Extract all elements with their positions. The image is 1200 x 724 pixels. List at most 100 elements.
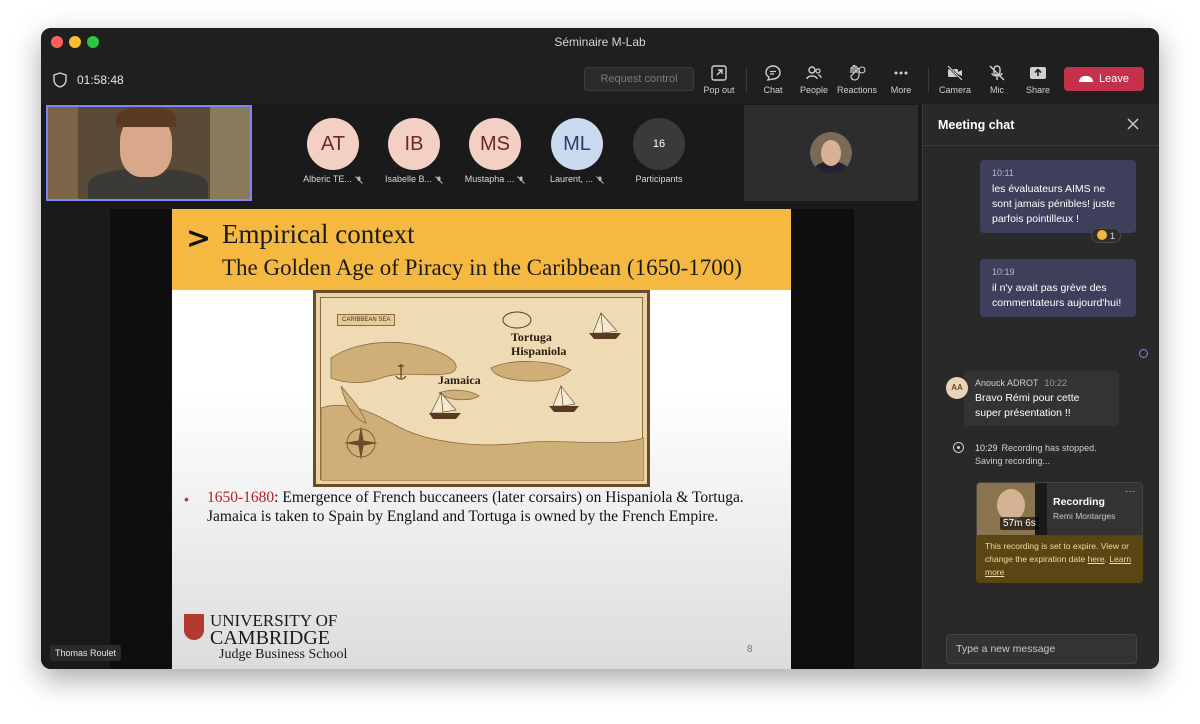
camera-label: Camera	[938, 85, 971, 95]
participants-label: Participants	[635, 174, 683, 184]
mic-off-icon	[517, 175, 526, 184]
map-label-sea: CARIBBEAN SEA	[337, 314, 396, 326]
participant-avatar: IB	[388, 118, 440, 170]
camera-off-icon	[947, 65, 963, 81]
avatar[interactable]: AA	[946, 377, 968, 399]
recording-title: Recording	[1053, 496, 1105, 508]
message-time: 10:11	[992, 168, 1014, 178]
pop-out-label: Pop out	[703, 85, 735, 95]
share-button[interactable]: Share	[1015, 64, 1061, 95]
here-link[interactable]: here	[1088, 554, 1105, 564]
bullet-point-icon: •	[184, 491, 189, 507]
chevron-right-icon: >	[186, 221, 212, 256]
chat-button[interactable]: Chat	[750, 64, 796, 95]
participant-avatar: MS	[469, 118, 521, 170]
share-screen-icon	[1030, 67, 1046, 79]
slide-title: Empirical context	[222, 219, 415, 249]
chat-message-sent[interactable]: 10:19 il n'y avait pas grève des comment…	[980, 259, 1136, 317]
participant-name: Laurent, ...	[549, 174, 594, 184]
participant-name: Alberic TE...	[303, 174, 352, 184]
presenter-name-tag: Thomas Roulet	[50, 645, 122, 661]
participant-tile[interactable]: ML Laurent, ...	[545, 118, 609, 184]
message-time: 10:22	[1044, 378, 1068, 388]
message-input[interactable]: Type a new message	[946, 634, 1137, 664]
reactions-label: Reactions	[836, 85, 878, 95]
message-text: il n'y avait pas grève des commentateurs…	[992, 282, 1122, 309]
chat-message-received[interactable]: Anouck ADROT 10:22 Bravo Rémi pour cette …	[964, 371, 1119, 426]
more-button[interactable]: More	[878, 64, 924, 95]
presenter-hair	[116, 107, 176, 127]
message-text: les évaluateurs AIMS ne sont jamais péni…	[992, 183, 1116, 225]
recording-expiry-warning: This recording is set to expire. View or…	[976, 536, 1143, 583]
camera-button[interactable]: Camera	[932, 64, 978, 95]
close-icon[interactable]	[1126, 117, 1140, 131]
participants-overflow-button[interactable]: 16 Participants	[631, 118, 687, 184]
chat-icon	[765, 65, 781, 81]
chat-message-sent[interactable]: 10:11 les évaluateurs AIMS ne sont jamai…	[980, 160, 1136, 233]
cambridge-logo: UNIVERSITY OF CAMBRIDGE Judge Business S…	[184, 612, 384, 666]
message-author: Anouck ADROT	[975, 378, 1039, 388]
reaction-count: 1	[1110, 231, 1116, 241]
reactions-icon	[850, 64, 866, 81]
message-time: 10:19	[992, 267, 1015, 277]
participant-name: Mustapha ...	[464, 174, 515, 184]
more-icon	[894, 71, 908, 75]
chat-title: Meeting chat	[938, 118, 1015, 132]
more-label: More	[890, 85, 912, 95]
people-label: People	[799, 85, 829, 95]
participant-tile[interactable]: IB Isabelle B...	[382, 118, 446, 184]
toolbar-divider	[928, 68, 929, 92]
slide-bullet-text: 1650-1680: Emergence of French buccaneer…	[207, 488, 777, 526]
recording-card[interactable]: 57m 6s Recording Remi Montarges ···	[976, 482, 1143, 536]
shield-icon	[53, 72, 67, 88]
logo-line-3: Judge Business School	[219, 647, 348, 662]
participant-avatar: ML	[551, 118, 603, 170]
recording-status-time: 10:29	[975, 443, 998, 453]
slide-header: > Empirical context The Golden Age of Pi…	[172, 209, 791, 290]
hang-up-icon	[1079, 76, 1093, 83]
meeting-chat-panel: Meeting chat 10:11 les évaluateurs AIMS …	[922, 104, 1159, 669]
reactions-button[interactable]: Reactions	[834, 64, 880, 95]
meeting-toolbar: 01:58:48 Request control Pop out Chat Pe…	[41, 56, 1159, 104]
caribbean-map-image: CARIBBEAN SEA Tortuga Hispaniola Jamaica	[313, 290, 650, 487]
message-text: Bravo Rémi pour cette super présentation…	[975, 392, 1080, 419]
participant-tile[interactable]: AT Alberic TE...	[301, 118, 365, 184]
recording-duration: 57m 6s	[1000, 517, 1039, 530]
title-bar: Séminaire M-Lab	[41, 28, 1159, 56]
map-label-hispaniola: Hispaniola	[511, 344, 567, 358]
toolbar-divider	[746, 68, 747, 92]
bullet-line-2: Jamaica is taken to Spain by England and…	[207, 508, 719, 525]
request-control-button[interactable]: Request control	[584, 67, 694, 91]
people-button[interactable]: People	[791, 64, 837, 95]
remote-participant-video	[810, 132, 852, 174]
reaction-badge[interactable]: 1	[1091, 228, 1122, 243]
cambridge-crest-icon	[184, 614, 204, 640]
mic-label: Mic	[990, 85, 1004, 95]
remote-face	[821, 140, 841, 166]
seen-check-icon	[1139, 349, 1148, 358]
participant-count: 16	[633, 118, 685, 170]
recording-thumbnail: 57m 6s	[977, 483, 1047, 535]
leave-label: Leave	[1099, 73, 1129, 85]
shared-slide: > Empirical context The Golden Age of Pi…	[172, 209, 791, 669]
recording-icon	[953, 442, 964, 453]
participant-tile[interactable]: MS Mustapha ...	[463, 118, 527, 184]
mic-off-icon	[989, 65, 1005, 81]
pop-out-icon	[711, 65, 727, 81]
bullet-line-1: : Emergence of French buccaneers (later …	[274, 489, 744, 506]
map-frame: CARIBBEAN SEA Tortuga Hispaniola Jamaica	[320, 297, 644, 481]
share-label: Share	[1025, 85, 1051, 95]
teams-window: Séminaire M-Lab 01:58:48 Request control…	[41, 28, 1159, 669]
pop-out-button[interactable]: Pop out	[696, 64, 742, 95]
presenter-video-tile[interactable]	[46, 105, 252, 201]
mic-button[interactable]: Mic	[974, 64, 1020, 95]
participant-avatar: AT	[307, 118, 359, 170]
background-frame	[48, 107, 78, 199]
chat-label: Chat	[763, 85, 783, 95]
remote-video-tile[interactable]	[744, 105, 918, 201]
recording-more-button[interactable]: ···	[1125, 486, 1135, 497]
people-icon	[806, 66, 822, 80]
bullet-date: 1650-1680	[207, 489, 275, 506]
leave-button[interactable]: Leave	[1064, 67, 1144, 91]
mic-off-icon	[596, 175, 604, 184]
